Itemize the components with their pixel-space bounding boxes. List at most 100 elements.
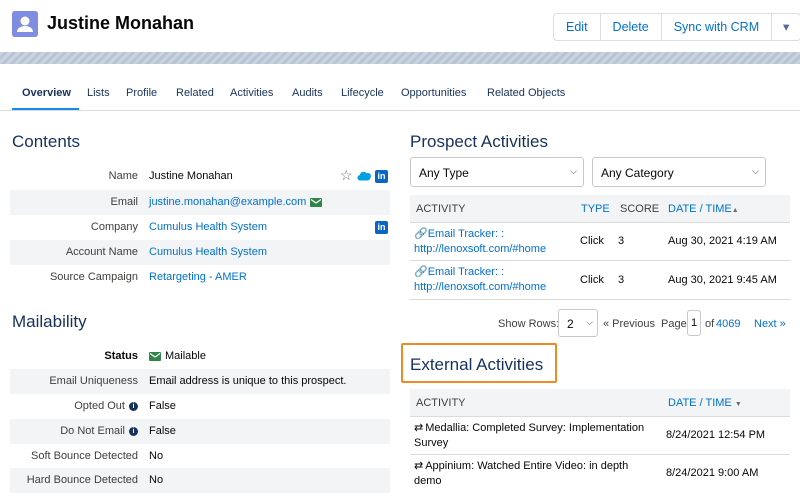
column-date-time-label[interactable]: DATE / TIME bbox=[668, 397, 732, 409]
field-row-email-uniqueness: Email Uniqueness Email address is unique… bbox=[10, 369, 390, 394]
sort-descending-icon: ▼ bbox=[734, 401, 742, 408]
tab-lifecycle[interactable]: Lifecycle bbox=[341, 87, 384, 99]
tab-related-objects[interactable]: Related Objects bbox=[487, 87, 565, 99]
row-divider bbox=[410, 222, 790, 223]
field-label: Hard Bounce Detected bbox=[26, 474, 138, 486]
activity-line1[interactable]: Email Tracker: : bbox=[428, 228, 504, 240]
field-value: False bbox=[149, 425, 176, 437]
mailability-title: Mailability bbox=[12, 312, 87, 331]
delete-button[interactable]: Delete bbox=[601, 14, 662, 40]
activity-line1: Appinium: Watched Entire Video: in depth bbox=[425, 460, 629, 472]
tab-audits[interactable]: Audits bbox=[292, 87, 323, 99]
field-label: Name bbox=[108, 170, 138, 182]
link-icon: 🔗 bbox=[414, 228, 428, 240]
edit-button[interactable]: Edit bbox=[554, 14, 601, 40]
page-number-input[interactable]: 1 bbox=[687, 310, 701, 336]
salesforce-cloud-icon[interactable] bbox=[357, 171, 371, 181]
tab-overview[interactable]: Overview bbox=[22, 87, 71, 99]
column-date-time[interactable]: DATE / TIME ▼ bbox=[668, 397, 742, 409]
rows-per-page-value: 2 bbox=[567, 317, 574, 331]
mailable-envelope-icon bbox=[310, 197, 323, 207]
star-icon[interactable]: ☆ bbox=[340, 167, 353, 184]
row-divider bbox=[410, 299, 790, 300]
header-stripe bbox=[0, 52, 800, 64]
status-value: Mailable bbox=[149, 350, 206, 362]
field-row-opted-out: Opted Out i False bbox=[10, 394, 390, 419]
rows-per-page-select[interactable]: 2 ⌵ bbox=[558, 309, 598, 337]
activity-line1[interactable]: Email Tracker: : bbox=[428, 266, 504, 278]
activity-link[interactable]: 🔗Email Tracker: : http://lenoxsoft.com/#h… bbox=[414, 227, 546, 257]
activity-date: 8/24/2021 9:00 AM bbox=[666, 467, 759, 479]
activity-line1: Medallia: Completed Survey: Implementati… bbox=[425, 422, 645, 434]
company-link[interactable]: Cumulus Health System bbox=[149, 221, 267, 233]
tab-lists[interactable]: Lists bbox=[87, 87, 110, 99]
external-activities-header: ACTIVITY DATE / TIME ▼ bbox=[410, 389, 790, 417]
tab-opportunities[interactable]: Opportunities bbox=[401, 87, 466, 99]
record-actions: Edit Delete Sync with CRM ▾ bbox=[553, 13, 800, 41]
info-icon[interactable]: i bbox=[129, 426, 138, 436]
email-link[interactable]: justine.monahan@example.com bbox=[149, 196, 323, 208]
contents-title: Contents bbox=[12, 132, 81, 151]
tab-profile[interactable]: Profile bbox=[126, 87, 157, 99]
field-value: False bbox=[149, 400, 176, 412]
field-value: Justine Monahan bbox=[149, 170, 233, 182]
field-row-name: Name Justine Monahan ☆ in bbox=[10, 164, 390, 189]
tab-divider bbox=[0, 110, 800, 111]
column-date-time[interactable]: DATE / TIME▲ bbox=[668, 203, 739, 215]
activity-line2[interactable]: http://lenoxsoft.com/#home bbox=[414, 243, 546, 255]
field-value: No bbox=[149, 450, 164, 462]
tab-related[interactable]: Related bbox=[176, 87, 214, 99]
category-filter-select[interactable]: Any Category ⌵ bbox=[592, 157, 766, 187]
email-value[interactable]: justine.monahan@example.com bbox=[149, 196, 306, 208]
field-value: No bbox=[149, 474, 164, 486]
column-score: SCORE bbox=[620, 203, 660, 215]
column-type[interactable]: TYPE bbox=[581, 203, 610, 215]
category-filter-value: Any Category bbox=[601, 166, 674, 180]
total-pages-link[interactable]: 4069 bbox=[716, 318, 740, 330]
prospect-activities-title: Prospect Activities bbox=[410, 132, 548, 151]
prospect-activities-header: ACTIVITY TYPE SCORE DATE / TIME▲ bbox=[410, 195, 790, 223]
label-text: Do Not Email bbox=[60, 425, 125, 437]
field-row-status: Status Mailable bbox=[10, 344, 390, 369]
activity-date: Aug 30, 2021 4:19 AM bbox=[668, 235, 777, 247]
linkedin-icon[interactable]: in bbox=[375, 170, 388, 183]
previous-page-link[interactable]: « Previous bbox=[603, 318, 655, 330]
contact-avatar-icon bbox=[12, 11, 38, 37]
field-label: Soft Bounce Detected bbox=[30, 450, 138, 462]
column-activity: ACTIVITY bbox=[416, 397, 466, 409]
info-icon[interactable]: i bbox=[129, 401, 138, 411]
field-label: Opted Out i bbox=[74, 400, 138, 412]
status-text: Mailable bbox=[165, 350, 206, 362]
field-label: Email Uniqueness bbox=[49, 375, 138, 387]
sync-with-crm-button[interactable]: Sync with CRM bbox=[662, 14, 773, 40]
link-icon: 🔗 bbox=[414, 266, 428, 278]
activity-link[interactable]: 🔗Email Tracker: : http://lenoxsoft.com/#h… bbox=[414, 265, 546, 295]
linkedin-icon[interactable]: in bbox=[375, 221, 388, 234]
sync-arrows-icon: ⇄ bbox=[414, 460, 424, 472]
label-text: Opted Out bbox=[74, 400, 125, 412]
activity-date: Aug 30, 2021 9:45 AM bbox=[668, 274, 777, 286]
field-row-account-name: Account Name Cumulus Health System bbox=[10, 240, 390, 265]
row-divider bbox=[410, 454, 790, 455]
type-filter-select[interactable]: Any Type ⌵ bbox=[410, 157, 584, 187]
next-page-link[interactable]: Next » bbox=[754, 318, 786, 330]
source-campaign-link[interactable]: Retargeting - AMER bbox=[149, 271, 247, 283]
activity-type: Click bbox=[580, 274, 604, 286]
column-activity: ACTIVITY bbox=[416, 203, 466, 215]
activity-date: 8/24/2021 12:54 PM bbox=[666, 429, 766, 441]
field-row-company: Company Cumulus Health System in bbox=[10, 215, 390, 240]
sync-arrows-icon: ⇄ bbox=[414, 422, 424, 434]
activity-score: 3 bbox=[618, 235, 625, 247]
show-rows-label: Show Rows: bbox=[498, 318, 560, 330]
type-filter-value: Any Type bbox=[419, 166, 469, 180]
activity-line2[interactable]: http://lenoxsoft.com/#home bbox=[414, 281, 546, 293]
more-actions-button[interactable]: ▾ bbox=[772, 14, 800, 40]
field-row-hard-bounce: Hard Bounce Detected No bbox=[10, 468, 390, 493]
field-label: Status bbox=[104, 350, 138, 362]
tab-activities[interactable]: Activities bbox=[230, 87, 273, 99]
column-date-time-label[interactable]: DATE / TIME bbox=[668, 203, 732, 215]
field-label: Company bbox=[90, 221, 138, 233]
account-name-link[interactable]: Cumulus Health System bbox=[149, 246, 267, 258]
external-activity: ⇄ Appinium: Watched Entire Video: in dept… bbox=[414, 459, 628, 489]
field-row-soft-bounce: Soft Bounce Detected No bbox=[10, 444, 390, 469]
